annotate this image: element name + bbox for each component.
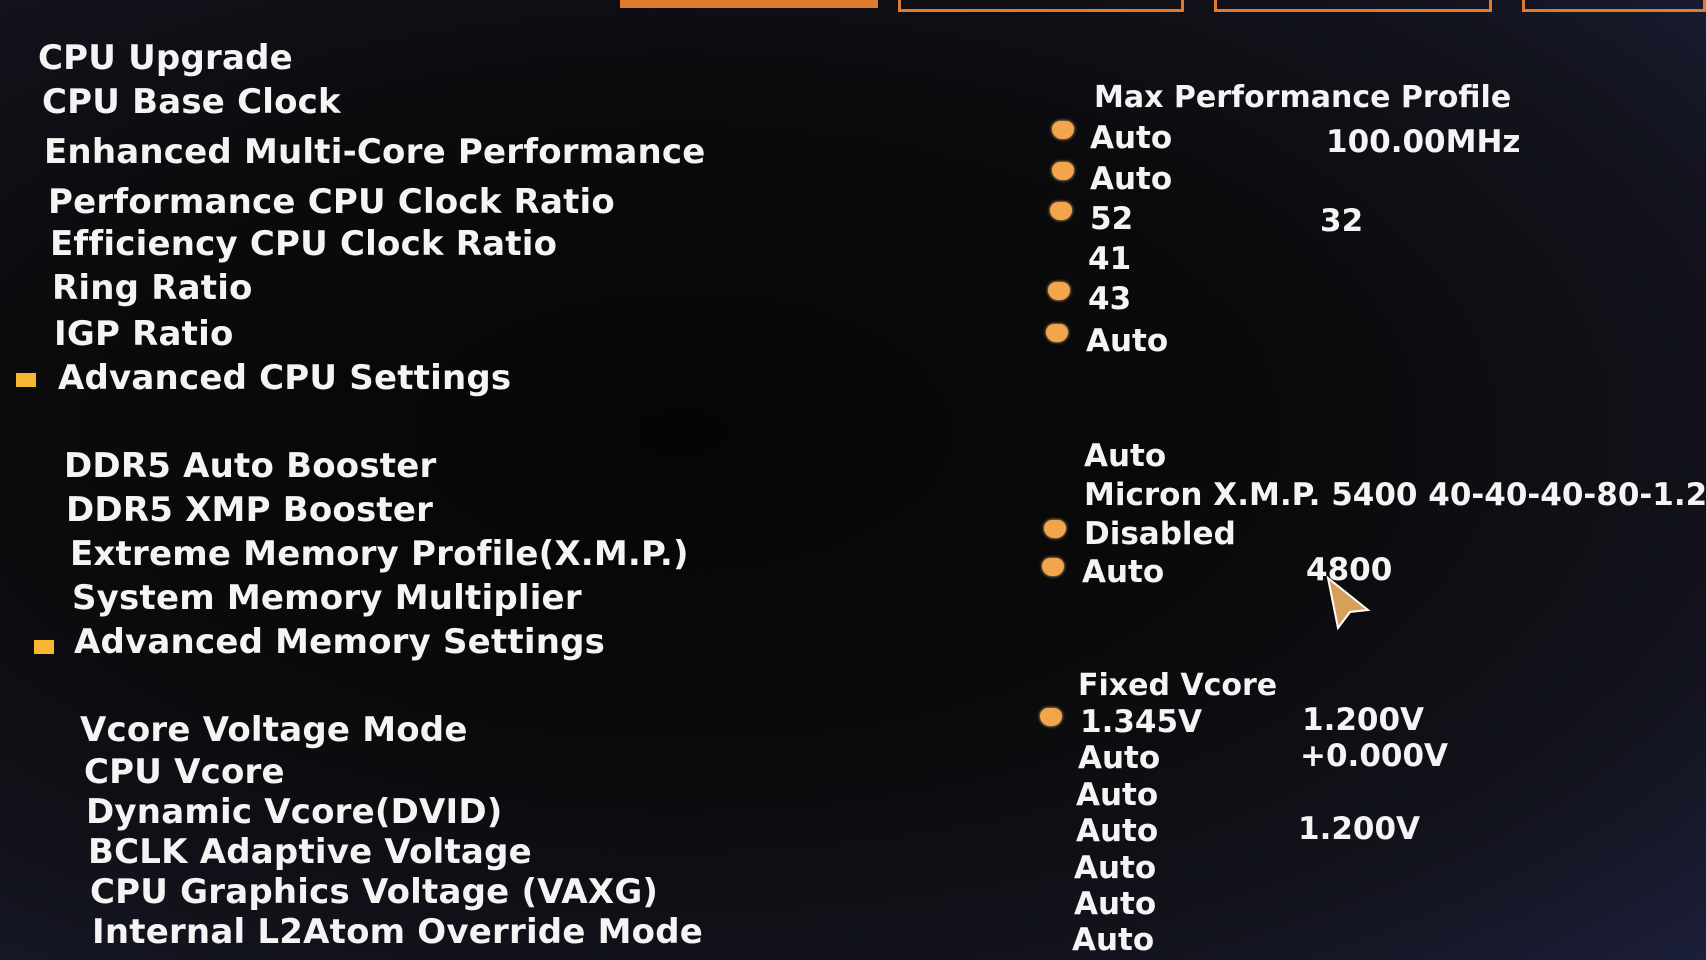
setting-value-enhanced-multi-core[interactable]: Auto [1090, 161, 1172, 197]
tab-active[interactable] [620, 0, 878, 8]
modified-marker-icon [1042, 558, 1064, 576]
setting-label-system-memory-multiplier[interactable]: System Memory Multiplier [72, 578, 582, 618]
setting-value-next-row[interactable]: Auto [1072, 922, 1154, 958]
submenu-marker-icon [34, 640, 54, 654]
setting-value-cpu-graphics-voltage[interactable]: Auto [1074, 850, 1156, 886]
setting-value-internal-l2atom-override[interactable]: Auto [1074, 886, 1156, 922]
setting-value-ddr5-auto-booster[interactable]: Auto [1084, 438, 1166, 474]
vcore-mode-header: Fixed Vcore [1078, 668, 1278, 703]
setting-value-efficiency-cpu-clock-ratio[interactable]: 41 [1088, 241, 1131, 277]
setting-value-ring-ratio[interactable]: 43 [1088, 281, 1131, 317]
setting-label-cpu-base-clock[interactable]: CPU Base Clock [42, 82, 341, 122]
setting-value-ddr5-xmp-booster[interactable]: Micron X.M.P. 5400 40-40-40-80-1.250 [1084, 477, 1706, 513]
setting-value2-cpu-base-clock: 100.00MHz [1326, 124, 1521, 160]
tab-3[interactable] [1214, 0, 1492, 12]
tab-bar [0, 0, 1706, 16]
setting-label-ring-ratio[interactable]: Ring Ratio [52, 268, 253, 308]
submenu-marker-icon [16, 373, 36, 387]
setting-value2-bclk-adaptive-voltage: 1.200V [1298, 811, 1421, 847]
setting-value-performance-cpu-clock-ratio[interactable]: 52 [1090, 201, 1133, 237]
modified-marker-icon [1046, 324, 1068, 342]
mouse-cursor-icon [1326, 575, 1371, 631]
setting-label-ddr5-xmp-booster[interactable]: DDR5 XMP Booster [66, 490, 433, 530]
setting-label-bclk-adaptive-voltage[interactable]: BCLK Adaptive Voltage [88, 832, 532, 872]
setting-label-cpu-vcore[interactable]: CPU Vcore [84, 752, 285, 792]
setting-value-extreme-memory-profile[interactable]: Disabled [1084, 516, 1236, 552]
setting-value-system-memory-multiplier[interactable]: Auto [1082, 554, 1164, 590]
setting-value-bclk-adaptive-voltage[interactable]: Auto [1076, 813, 1158, 849]
setting-value2-performance-cpu-clock-ratio: 32 [1320, 203, 1364, 239]
setting-value2-cpu-vcore: +0.000V [1300, 738, 1449, 774]
setting-label-extreme-memory-profile[interactable]: Extreme Memory Profile(X.M.P.) [70, 534, 689, 574]
modified-marker-icon [1048, 282, 1070, 300]
modified-marker-icon [1044, 520, 1066, 538]
setting-label-vcore-voltage-mode[interactable]: Vcore Voltage Mode [80, 710, 468, 750]
modified-marker-icon [1052, 162, 1074, 180]
setting-label-enhanced-multi-core[interactable]: Enhanced Multi-Core Performance [44, 132, 706, 172]
modified-marker-icon [1052, 121, 1074, 139]
setting-value-dynamic-vcore-dvid[interactable]: Auto [1076, 777, 1158, 813]
setting-label-performance-cpu-clock-ratio[interactable]: Performance CPU Clock Ratio [48, 182, 615, 222]
modified-marker-icon [1040, 708, 1062, 726]
setting-label-ddr5-auto-booster[interactable]: DDR5 Auto Booster [64, 446, 436, 486]
setting-label-dynamic-vcore-dvid[interactable]: Dynamic Vcore(DVID) [86, 792, 503, 832]
setting-label-internal-l2atom-override[interactable]: Internal L2Atom Override Mode [92, 912, 703, 952]
modified-marker-icon [1050, 202, 1072, 220]
setting-label-cpu-graphics-voltage[interactable]: CPU Graphics Voltage (VAXG) [90, 872, 658, 912]
setting-value-cpu-base-clock[interactable]: Auto [1090, 120, 1172, 156]
tab-2[interactable] [898, 0, 1184, 12]
setting-value2-vcore-voltage-mode: 1.200V [1302, 702, 1425, 738]
submenu-advanced-memory-settings[interactable]: Advanced Memory Settings [74, 622, 605, 662]
submenu-advanced-cpu-settings[interactable]: Advanced CPU Settings [58, 358, 511, 398]
setting-value-igp-ratio[interactable]: Auto [1086, 323, 1168, 359]
setting-value-cpu-vcore[interactable]: Auto [1078, 740, 1160, 776]
setting-value-vcore-voltage-mode[interactable]: 1.345V [1080, 704, 1202, 740]
tab-4[interactable] [1522, 0, 1706, 12]
setting-label-efficiency-cpu-clock-ratio[interactable]: Efficiency CPU Clock Ratio [50, 224, 557, 264]
profile-header: Max Performance Profile [1094, 80, 1512, 115]
setting-label-cpu-upgrade[interactable]: CPU Upgrade [38, 38, 293, 78]
setting-label-igp-ratio[interactable]: IGP Ratio [54, 314, 234, 354]
